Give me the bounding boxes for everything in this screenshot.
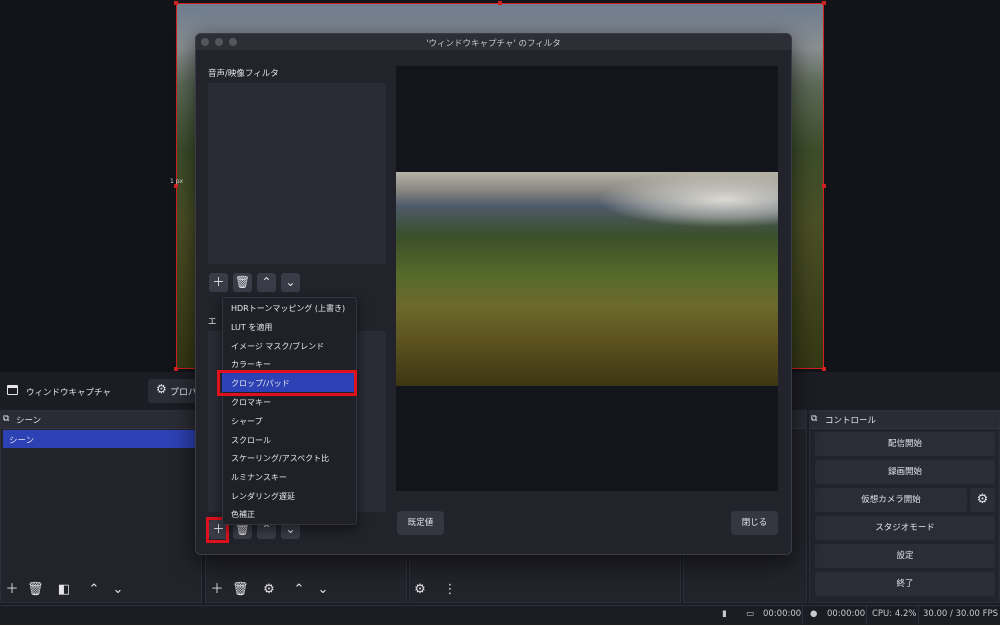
audio-video-filters-list[interactable]	[208, 83, 386, 264]
close-button[interactable]: 閉じる	[731, 511, 778, 535]
menu-item-image-mask-blend[interactable]: イメージ マスク/ブレンド	[231, 341, 324, 352]
scene-icon: ⧉	[3, 414, 10, 424]
virtual-camera-settings-button[interactable]: ⚙	[970, 488, 995, 512]
menu-item-color-key[interactable]: カラーキー	[231, 359, 271, 370]
menu-item-hdr-tonemapping[interactable]: HDRトーンマッピング (上書き)	[231, 303, 345, 314]
more-icon[interactable]: ⋮	[442, 582, 458, 598]
start-recording-button[interactable]: 録画開始	[815, 460, 995, 484]
effect-filters-label: エ	[208, 317, 217, 327]
chevron-down-icon[interactable]: ⌄	[315, 582, 331, 598]
controls-title: コントロール	[825, 416, 877, 426]
menu-item-apply-lut[interactable]: LUT を適用	[231, 322, 272, 333]
divider	[802, 606, 803, 624]
resize-handle[interactable]	[498, 1, 502, 5]
chevron-down-icon[interactable]: ⌄	[110, 582, 126, 598]
resize-handle[interactable]	[174, 367, 178, 371]
studio-mode-button[interactable]: スタジオモード	[815, 516, 995, 540]
audio-video-filters-label: 音声/映像フィルタ	[208, 69, 279, 79]
defaults-button[interactable]: 既定値	[397, 511, 444, 535]
menu-item-color-correction[interactable]: 色補正	[231, 509, 255, 520]
start-virtual-camera-button[interactable]: 仮想カメラ開始	[815, 488, 967, 512]
window-icon	[7, 385, 18, 395]
plus-icon[interactable]: ＋	[209, 273, 228, 292]
gear-icon[interactable]: ⚙	[261, 582, 277, 598]
chevron-down-icon[interactable]: ⌄	[281, 273, 300, 292]
filter-icon[interactable]: ◧	[56, 582, 72, 598]
scenes-title: シーン	[16, 416, 42, 426]
gear-icon: ⚙	[976, 492, 989, 507]
properties-label: プロパ	[170, 388, 198, 398]
trash-icon[interactable]: 🗑	[232, 582, 249, 598]
selected-source-name: ウィンドウキャプチャ	[26, 388, 111, 398]
menu-item-luma-key[interactable]: ルミナンスキー	[231, 472, 287, 483]
chevron-up-icon[interactable]: ⌃	[291, 582, 307, 598]
trash-icon[interactable]: 🗑	[233, 273, 252, 292]
divider	[918, 606, 919, 624]
distance-label: 1 px	[170, 178, 184, 185]
controls-icon: ⧉	[811, 414, 818, 424]
menu-item-render-delay[interactable]: レンダリング遅延	[231, 491, 295, 502]
resize-handle[interactable]	[822, 184, 826, 188]
record-time: 00:00:00	[827, 609, 866, 619]
dialog-title: 'ウィンドウキャプチャ' のフィルタ	[426, 39, 561, 49]
signal-icon: ▮	[722, 609, 727, 619]
plus-icon[interactable]: ＋	[4, 582, 20, 598]
resize-handle[interactable]	[174, 1, 178, 5]
menu-item-highlight	[217, 370, 357, 396]
scene-item-label: シーン	[9, 436, 35, 446]
fps-readout: 30.00 / 30.00 FPS	[923, 609, 999, 619]
cpu-usage: CPU: 4.2%	[872, 609, 917, 619]
gear-icon: ⚙	[156, 382, 167, 396]
menu-item-scroll[interactable]: スクロール	[231, 435, 271, 446]
start-streaming-button[interactable]: 配信開始	[815, 432, 995, 456]
menu-item-scaling-aspect[interactable]: スケーリング/アスペクト比	[231, 453, 329, 464]
gear-icon[interactable]: ⚙	[412, 582, 428, 598]
divider	[866, 606, 867, 624]
trash-icon[interactable]: 🗑	[27, 582, 44, 598]
resize-handle[interactable]	[822, 367, 826, 371]
record-icon: ●	[810, 609, 818, 619]
plus-icon[interactable]: ＋	[209, 582, 225, 598]
settings-button[interactable]: 設定	[815, 544, 995, 568]
menu-item-chroma-key[interactable]: クロマキー	[231, 397, 271, 408]
menu-item-sharpen[interactable]: シャープ	[231, 416, 263, 427]
chevron-up-icon[interactable]: ⌃	[86, 582, 102, 598]
stream-time: 00:00:00	[763, 609, 802, 619]
stream-icon: ▭	[746, 609, 755, 619]
resize-handle[interactable]	[822, 1, 826, 5]
chevron-up-icon[interactable]: ⌃	[257, 273, 276, 292]
exit-button[interactable]: 終了	[815, 572, 995, 596]
preview-image-detail	[600, 172, 778, 227]
